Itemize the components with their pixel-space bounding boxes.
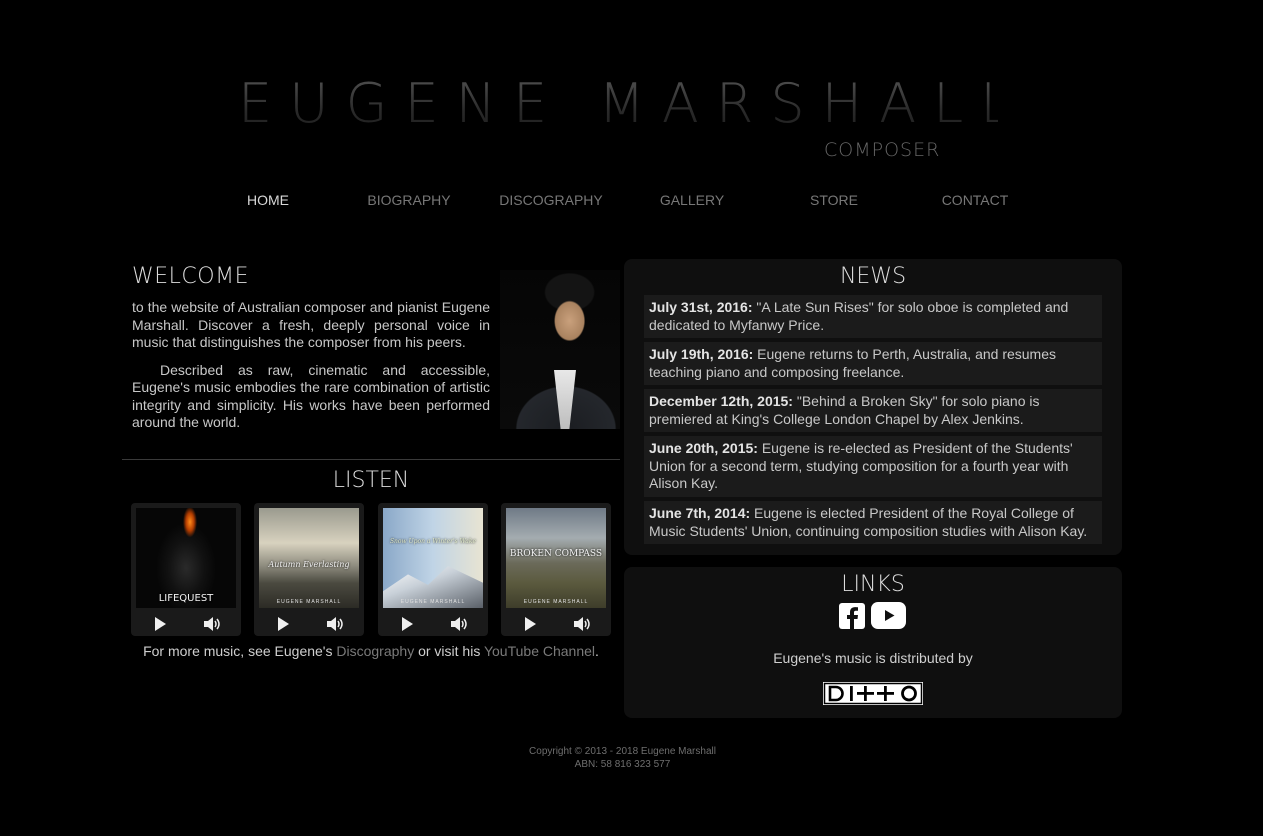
facebook-icon[interactable]: [839, 603, 865, 629]
listen-heading: LISTEN: [332, 468, 410, 493]
news-date: July 31st, 2016:: [649, 299, 753, 315]
play-icon[interactable]: [402, 617, 413, 631]
welcome-heading: WELCOME: [132, 264, 249, 289]
news-item: June 7th, 2014: Eugene is elected Presid…: [644, 501, 1102, 544]
nav-store[interactable]: STORE: [764, 192, 904, 208]
more-music-middle: or visit his: [414, 643, 484, 659]
nav-biography[interactable]: BIOGRAPHY: [339, 192, 479, 208]
album-cover: LIFEQUEST: [136, 508, 236, 608]
album-title: LIFEQUEST: [158, 593, 214, 604]
album-player-lifequest: LIFEQUEST: [131, 503, 241, 636]
welcome-text: to the website of Australian composer an…: [132, 299, 490, 442]
welcome-paragraph: Described as raw, cinematic and accessib…: [132, 361, 490, 431]
album-cover: BROKEN COMPASS EUGENE MARSHALL: [506, 508, 606, 608]
audio-controls: [254, 612, 364, 634]
distributed-by-text: Eugene's music is distributed by: [773, 650, 973, 666]
youtube-icon[interactable]: [871, 602, 906, 629]
composer-portrait: [500, 270, 620, 429]
news-date: June 7th, 2014:: [649, 505, 751, 521]
volume-icon[interactable]: [203, 616, 221, 632]
album-cover: Snow Upon a Winter's Wake EUGENE MARSHAL…: [383, 508, 483, 608]
site-title: EUGENE MARSHALL: [238, 72, 1028, 135]
more-music-prefix: For more music, see Eugene's: [143, 643, 337, 659]
album-title: Autumn Everlasting: [268, 560, 350, 569]
album-player-broken-compass: BROKEN COMPASS EUGENE MARSHALL: [501, 503, 611, 636]
volume-icon[interactable]: [450, 616, 468, 632]
links-panel: LINKS Eugene's music is distributed by: [624, 567, 1122, 718]
nav-contact[interactable]: CONTACT: [905, 192, 1045, 208]
news-item: July 19th, 2016: Eugene returns to Perth…: [644, 342, 1102, 385]
abn-text: ABN: 58 816 323 577: [574, 759, 671, 770]
youtube-channel-link[interactable]: YouTube Channel: [484, 643, 595, 659]
news-item: June 20th, 2015: Eugene is re-elected as…: [644, 436, 1102, 497]
album-title: BROKEN COMPASS: [509, 549, 603, 559]
main-nav: HOME BIOGRAPHY DISCOGRAPHY GALLERY STORE…: [198, 192, 1058, 212]
news-heading: NEWS: [839, 264, 907, 289]
more-music-suffix: .: [595, 643, 599, 659]
section-divider: [122, 459, 620, 460]
album-artist: EUGENE MARSHALL: [400, 599, 466, 605]
album-title: Snow Upon a Winter's Wake: [389, 538, 477, 545]
news-panel: NEWS July 31st, 2016: "A Late Sun Rises"…: [624, 259, 1122, 555]
album-artist: EUGENE MARSHALL: [276, 599, 342, 605]
portrait-shirt: [554, 370, 576, 429]
audio-controls: [501, 612, 611, 634]
nav-home[interactable]: HOME: [198, 192, 338, 208]
play-icon[interactable]: [155, 617, 166, 631]
welcome-paragraph: to the website of Australian composer an…: [132, 299, 490, 350]
volume-icon[interactable]: [326, 616, 344, 632]
play-icon[interactable]: [525, 617, 536, 631]
nav-gallery[interactable]: GALLERY: [622, 192, 762, 208]
audio-controls: [378, 612, 488, 634]
volume-icon[interactable]: [573, 616, 591, 632]
album-player-autumn-everlasting: Autumn Everlasting EUGENE MARSHALL: [254, 503, 364, 636]
news-date: June 20th, 2015:: [649, 440, 758, 456]
more-music-text: For more music, see Eugene's Discography…: [122, 643, 620, 659]
news-date: July 19th, 2016:: [649, 346, 754, 362]
play-icon[interactable]: [278, 617, 289, 631]
ditto-logo[interactable]: [823, 682, 923, 705]
album-artist: EUGENE MARSHALL: [523, 599, 589, 605]
links-heading: LINKS: [841, 572, 905, 597]
news-item: July 31st, 2016: "A Late Sun Rises" for …: [644, 295, 1102, 338]
footer: Copyright © 2013 - 2018 Eugene Marshall …: [0, 745, 1245, 771]
news-date: December 12th, 2015:: [649, 393, 793, 409]
album-player-snow: Snow Upon a Winter's Wake EUGENE MARSHAL…: [378, 503, 488, 636]
site-subtitle: COMPOSER: [824, 139, 941, 161]
news-item: December 12th, 2015: "Behind a Broken Sk…: [644, 389, 1102, 432]
audio-controls: [131, 612, 241, 634]
discography-link[interactable]: Discography: [336, 643, 414, 659]
nav-discography[interactable]: DISCOGRAPHY: [481, 192, 621, 208]
copyright-text: Copyright © 2013 - 2018 Eugene Marshall: [529, 746, 716, 757]
album-cover: Autumn Everlasting EUGENE MARSHALL: [259, 508, 359, 608]
